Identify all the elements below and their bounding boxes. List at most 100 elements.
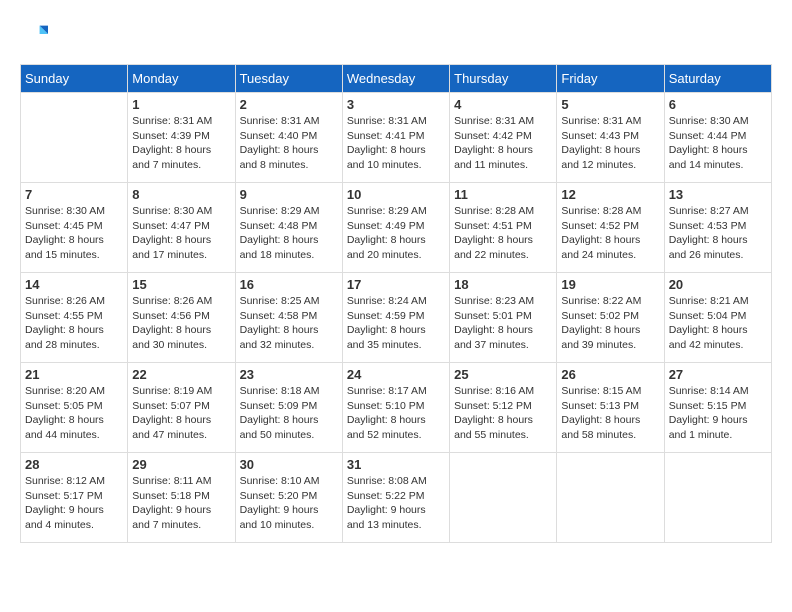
cell-info: Sunrise: 8:30 AMSunset: 4:47 PMDaylight:… (132, 204, 230, 263)
cell-info: Sunrise: 8:29 AMSunset: 4:49 PMDaylight:… (347, 204, 445, 263)
header-tuesday: Tuesday (235, 65, 342, 93)
calendar-cell: 13 Sunrise: 8:27 AMSunset: 4:53 PMDayligh… (664, 183, 771, 273)
day-number: 1 (132, 97, 230, 112)
cell-info: Sunrise: 8:31 AMSunset: 4:43 PMDaylight:… (561, 114, 659, 173)
day-number: 19 (561, 277, 659, 292)
cell-info: Sunrise: 8:17 AMSunset: 5:10 PMDaylight:… (347, 384, 445, 443)
calendar-cell: 20 Sunrise: 8:21 AMSunset: 5:04 PMDayligh… (664, 273, 771, 363)
header-saturday: Saturday (664, 65, 771, 93)
calendar-cell: 25 Sunrise: 8:16 AMSunset: 5:12 PMDayligh… (450, 363, 557, 453)
header-sunday: Sunday (21, 65, 128, 93)
day-number: 27 (669, 367, 767, 382)
cell-info: Sunrise: 8:21 AMSunset: 5:04 PMDaylight:… (669, 294, 767, 353)
calendar-cell: 16Sunrise: 8:25 AMSunset: 4:58 PMDayligh… (235, 273, 342, 363)
calendar-header-row: SundayMondayTuesdayWednesdayThursdayFrid… (21, 65, 772, 93)
cell-info: Sunrise: 8:30 AMSunset: 4:45 PMDaylight:… (25, 204, 123, 263)
calendar-cell (557, 453, 664, 543)
day-number: 22 (132, 367, 230, 382)
calendar-cell: 8 Sunrise: 8:30 AMSunset: 4:47 PMDaylight… (128, 183, 235, 273)
header-wednesday: Wednesday (342, 65, 449, 93)
calendar-week-1: 7Sunrise: 8:30 AMSunset: 4:45 PMDaylight… (21, 183, 772, 273)
calendar-cell (21, 93, 128, 183)
cell-info: Sunrise: 8:20 AMSunset: 5:05 PMDaylight:… (25, 384, 123, 443)
calendar-cell: 30 Sunrise: 8:10 AMSunset: 5:20 PMDayligh… (235, 453, 342, 543)
calendar-cell: 21 Sunrise: 8:20 AMSunset: 5:05 PMDayligh… (21, 363, 128, 453)
calendar-cell: 29 Sunrise: 8:11 AMSunset: 5:18 PMDayligh… (128, 453, 235, 543)
calendar-cell: 22 Sunrise: 8:19 AMSunset: 5:07 PMDayligh… (128, 363, 235, 453)
calendar-table: SundayMondayTuesdayWednesdayThursdayFrid… (20, 64, 772, 543)
calendar-cell: 7Sunrise: 8:30 AMSunset: 4:45 PMDaylight… (21, 183, 128, 273)
header-monday: Monday (128, 65, 235, 93)
day-number: 10 (347, 187, 445, 202)
cell-info: Sunrise: 8:26 AMSunset: 4:55 PMDaylight:… (25, 294, 123, 353)
logo-icon (20, 20, 48, 48)
cell-info: Sunrise: 8:08 AMSunset: 5:22 PMDaylight:… (347, 474, 445, 533)
calendar-cell: 2 Sunrise: 8:31 AMSunset: 4:40 PMDaylight… (235, 93, 342, 183)
calendar-cell: 17 Sunrise: 8:24 AMSunset: 4:59 PMDayligh… (342, 273, 449, 363)
calendar-cell: 11 Sunrise: 8:28 AMSunset: 4:51 PMDayligh… (450, 183, 557, 273)
cell-info: Sunrise: 8:10 AMSunset: 5:20 PMDaylight:… (240, 474, 338, 533)
cell-info: Sunrise: 8:31 AMSunset: 4:40 PMDaylight:… (240, 114, 338, 173)
calendar-week-3: 21 Sunrise: 8:20 AMSunset: 5:05 PMDayligh… (21, 363, 772, 453)
cell-info: Sunrise: 8:19 AMSunset: 5:07 PMDaylight:… (132, 384, 230, 443)
day-number: 18 (454, 277, 552, 292)
cell-info: Sunrise: 8:28 AMSunset: 4:51 PMDaylight:… (454, 204, 552, 263)
calendar-cell: 27 Sunrise: 8:14 AMSunset: 5:15 PMDayligh… (664, 363, 771, 453)
day-number: 20 (669, 277, 767, 292)
cell-info: Sunrise: 8:22 AMSunset: 5:02 PMDaylight:… (561, 294, 659, 353)
day-number: 5 (561, 97, 659, 112)
cell-info: Sunrise: 8:31 AMSunset: 4:41 PMDaylight:… (347, 114, 445, 173)
cell-info: Sunrise: 8:29 AMSunset: 4:48 PMDaylight:… (240, 204, 338, 263)
cell-info: Sunrise: 8:15 AMSunset: 5:13 PMDaylight:… (561, 384, 659, 443)
calendar-week-4: 28 Sunrise: 8:12 AMSunset: 5:17 PMDayligh… (21, 453, 772, 543)
day-number: 29 (132, 457, 230, 472)
cell-info: Sunrise: 8:18 AMSunset: 5:09 PMDaylight:… (240, 384, 338, 443)
calendar-week-0: 1Sunrise: 8:31 AMSunset: 4:39 PMDaylight… (21, 93, 772, 183)
day-number: 2 (240, 97, 338, 112)
day-number: 26 (561, 367, 659, 382)
day-number: 16 (240, 277, 338, 292)
cell-info: Sunrise: 8:11 AMSunset: 5:18 PMDaylight:… (132, 474, 230, 533)
calendar-cell: 5 Sunrise: 8:31 AMSunset: 4:43 PMDaylight… (557, 93, 664, 183)
cell-info: Sunrise: 8:16 AMSunset: 5:12 PMDaylight:… (454, 384, 552, 443)
cell-info: Sunrise: 8:24 AMSunset: 4:59 PMDaylight:… (347, 294, 445, 353)
cell-info: Sunrise: 8:12 AMSunset: 5:17 PMDaylight:… (25, 474, 123, 533)
calendar-cell: 4 Sunrise: 8:31 AMSunset: 4:42 PMDaylight… (450, 93, 557, 183)
calendar-week-2: 14Sunrise: 8:26 AMSunset: 4:55 PMDayligh… (21, 273, 772, 363)
calendar-cell: 24Sunrise: 8:17 AMSunset: 5:10 PMDayligh… (342, 363, 449, 453)
calendar-cell: 6Sunrise: 8:30 AMSunset: 4:44 PMDaylight… (664, 93, 771, 183)
cell-info: Sunrise: 8:23 AMSunset: 5:01 PMDaylight:… (454, 294, 552, 353)
day-number: 11 (454, 187, 552, 202)
day-number: 17 (347, 277, 445, 292)
day-number: 21 (25, 367, 123, 382)
day-number: 8 (132, 187, 230, 202)
calendar-cell (450, 453, 557, 543)
cell-info: Sunrise: 8:26 AMSunset: 4:56 PMDaylight:… (132, 294, 230, 353)
calendar-cell: 26 Sunrise: 8:15 AMSunset: 5:13 PMDayligh… (557, 363, 664, 453)
calendar-cell: 14Sunrise: 8:26 AMSunset: 4:55 PMDayligh… (21, 273, 128, 363)
day-number: 25 (454, 367, 552, 382)
cell-info: Sunrise: 8:28 AMSunset: 4:52 PMDaylight:… (561, 204, 659, 263)
day-number: 30 (240, 457, 338, 472)
day-number: 13 (669, 187, 767, 202)
cell-info: Sunrise: 8:27 AMSunset: 4:53 PMDaylight:… (669, 204, 767, 263)
calendar-cell: 19 Sunrise: 8:22 AMSunset: 5:02 PMDayligh… (557, 273, 664, 363)
calendar-cell: 18 Sunrise: 8:23 AMSunset: 5:01 PMDayligh… (450, 273, 557, 363)
day-number: 12 (561, 187, 659, 202)
page-header (20, 20, 772, 48)
day-number: 28 (25, 457, 123, 472)
header-friday: Friday (557, 65, 664, 93)
day-number: 3 (347, 97, 445, 112)
calendar-cell: 3 Sunrise: 8:31 AMSunset: 4:41 PMDaylight… (342, 93, 449, 183)
day-number: 15 (132, 277, 230, 292)
day-number: 4 (454, 97, 552, 112)
calendar-cell (664, 453, 771, 543)
day-number: 23 (240, 367, 338, 382)
calendar-cell: 1Sunrise: 8:31 AMSunset: 4:39 PMDaylight… (128, 93, 235, 183)
day-number: 31 (347, 457, 445, 472)
cell-info: Sunrise: 8:14 AMSunset: 5:15 PMDaylight:… (669, 384, 767, 443)
cell-info: Sunrise: 8:31 AMSunset: 4:42 PMDaylight:… (454, 114, 552, 173)
calendar-cell: 9Sunrise: 8:29 AMSunset: 4:48 PMDaylight… (235, 183, 342, 273)
cell-info: Sunrise: 8:30 AMSunset: 4:44 PMDaylight:… (669, 114, 767, 173)
calendar-cell: 28 Sunrise: 8:12 AMSunset: 5:17 PMDayligh… (21, 453, 128, 543)
